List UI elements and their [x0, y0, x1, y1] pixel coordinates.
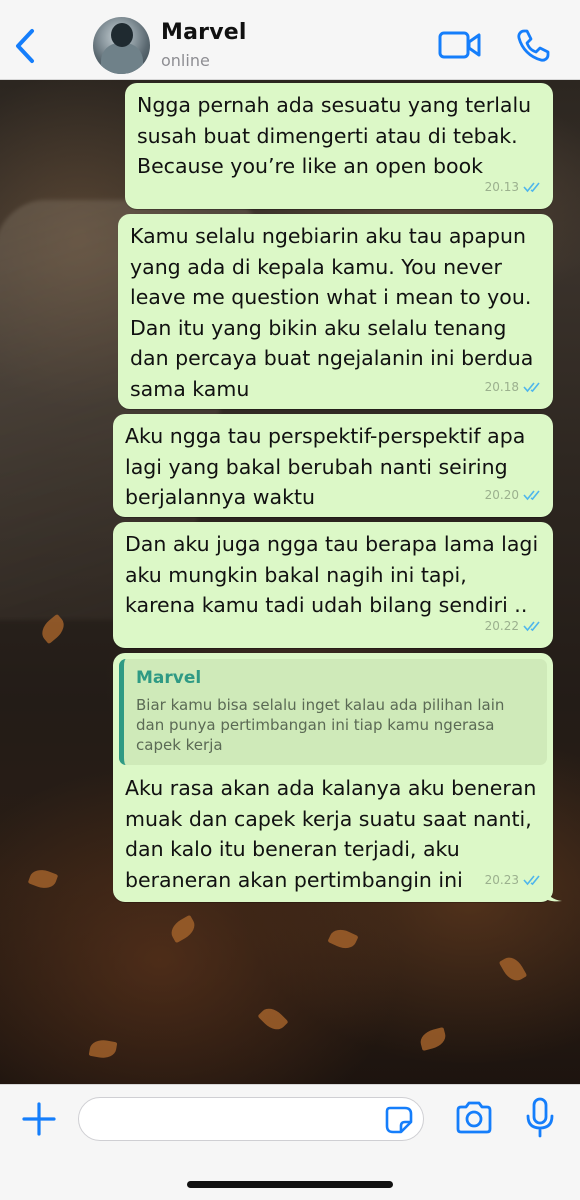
home-indicator[interactable] [187, 1181, 393, 1188]
contact-status: online [161, 51, 210, 70]
quoted-text: Biar kamu bisa selalu inget kalau ada pi… [136, 696, 505, 754]
message-text: Dan aku juga ngga tau berapa lama lagi a… [125, 532, 539, 617]
microphone-button[interactable] [524, 1097, 556, 1139]
read-ticks-icon [523, 490, 540, 500]
background-leaf [257, 1003, 289, 1035]
message-bubble[interactable]: Ngga pernah ada sesuatu yang terlalu sus… [125, 83, 553, 209]
phone-icon [517, 29, 550, 62]
message-text: Kamu selalu ngebiarin aku tau apapun yan… [130, 224, 534, 401]
camera-icon [456, 1101, 492, 1134]
message-text: Aku rasa akan ada kalanya aku beneran mu… [125, 776, 537, 892]
message-bubble[interactable]: Marvel Biar kamu bisa selalu inget kalau… [113, 653, 562, 902]
message-meta: 20.18 [485, 372, 543, 403]
message-time: 20.13 [484, 179, 519, 194]
background-leaf [498, 953, 528, 985]
bubble-tail [544, 886, 562, 902]
message-meta: 20.20 [485, 480, 543, 511]
quoted-message[interactable]: Marvel Biar kamu bisa selalu inget kalau… [119, 659, 547, 765]
back-button[interactable] [8, 24, 42, 68]
plus-icon [22, 1102, 56, 1136]
read-ticks-icon [523, 621, 540, 631]
message-meta: 20.22 [485, 611, 543, 642]
background-leaf [27, 866, 59, 892]
camera-button[interactable] [454, 1101, 494, 1135]
message-input[interactable] [78, 1097, 424, 1141]
background-leaf [327, 925, 359, 953]
voice-call-button[interactable] [515, 28, 551, 64]
message-text: Ngga pernah ada sesuatu yang terlalu sus… [137, 93, 532, 178]
contact-name[interactable]: Marvel [161, 20, 247, 45]
video-call-button[interactable] [438, 29, 482, 61]
background-leaf [167, 914, 199, 944]
attach-button[interactable] [19, 1099, 59, 1139]
sticker-icon [385, 1106, 413, 1134]
chat-header: Marvel online [0, 0, 580, 80]
read-ticks-icon [523, 875, 540, 885]
sticker-button[interactable] [384, 1105, 414, 1135]
message-bubble[interactable]: Kamu selalu ngebiarin aku tau apapun yan… [118, 214, 553, 409]
message-time: 20.18 [484, 379, 519, 394]
chat-area[interactable]: Ngga pernah ada sesuatu yang terlalu sus… [0, 80, 580, 1084]
message-bubble[interactable]: Dan aku juga ngga tau berapa lama lagi a… [113, 522, 553, 648]
message-time: 20.20 [484, 487, 519, 502]
read-ticks-icon [523, 382, 540, 392]
read-ticks-icon [523, 182, 540, 192]
message-meta: 20.13 [485, 172, 543, 203]
message-time: 20.22 [484, 618, 519, 633]
microphone-icon [526, 1097, 554, 1138]
message-meta: 20.23 [485, 865, 543, 896]
message-text: Aku ngga tau perspektif-perspektif apa l… [125, 424, 526, 509]
message-bubble[interactable]: Aku ngga tau perspektif-perspektif apa l… [113, 414, 553, 517]
avatar[interactable] [93, 17, 150, 74]
chevron-left-icon [16, 29, 34, 63]
video-camera-icon [438, 31, 481, 59]
background-leaf [88, 1037, 118, 1061]
message-time: 20.23 [484, 872, 519, 887]
background-leaf [418, 1026, 448, 1052]
quoted-author: Marvel [136, 668, 202, 688]
message-input-bar [0, 1084, 580, 1200]
